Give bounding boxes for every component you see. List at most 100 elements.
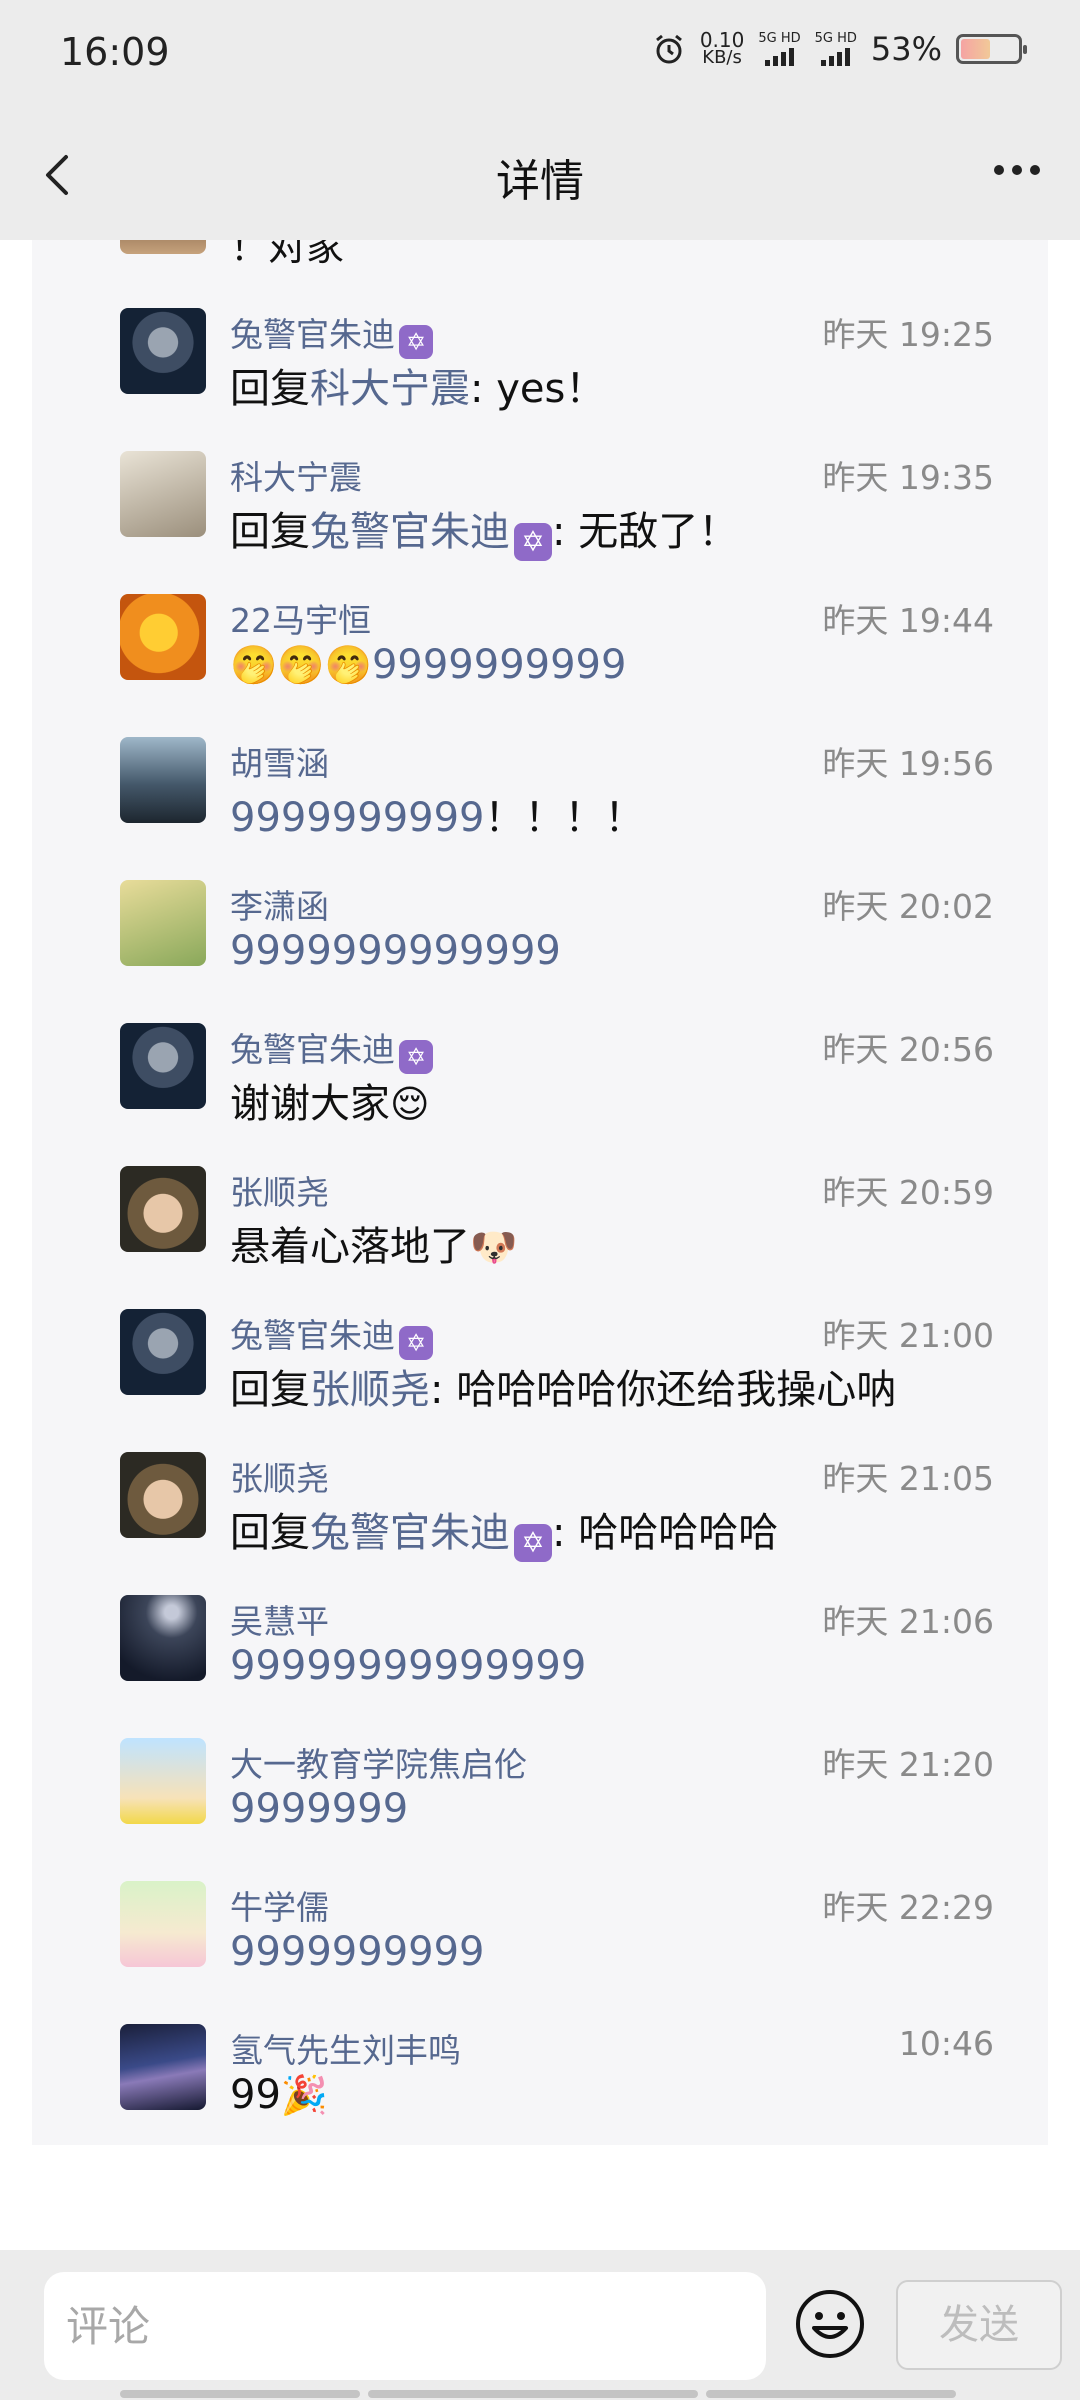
avatar[interactable] <box>120 594 206 680</box>
comment-author[interactable]: 牛学儒 <box>230 1881 329 1929</box>
doge-emoji-icon: 🐶 <box>470 1225 518 1269</box>
comment-author[interactable]: 氢气先生刘丰鸣 <box>230 2024 461 2072</box>
star-of-david-badge-icon: ✡ <box>514 523 552 561</box>
comment-author[interactable]: 兔警官朱迪 ✡ <box>230 1023 433 1074</box>
battery-percent: 53% <box>870 30 942 68</box>
avatar[interactable] <box>120 1881 206 1967</box>
sim2-label: 5G HD <box>814 31 857 46</box>
comment-item[interactable]: 氢气先生刘丰鸣 10:46 99🎉 <box>32 2024 1048 2145</box>
comment-item[interactable]: 大一教育学院焦启伦 昨天 21:20 9999999 <box>32 1738 1048 1881</box>
comment-item[interactable]: 兔警官朱迪 ✡ 昨天 19:25 回复科大宁震: yes！ <box>32 308 1048 451</box>
star-of-david-badge-icon: ✡ <box>399 1326 433 1360</box>
comment-time: 昨天 21:06 <box>822 1602 994 1641</box>
battery-fill <box>961 39 990 59</box>
comment-item[interactable]: 张顺尧 昨天 20:59 悬着心落地了🐶 <box>32 1166 1048 1309</box>
avatar[interactable] <box>120 1452 206 1538</box>
reply-target[interactable]: 科大宁震 <box>310 366 470 412</box>
avatar[interactable] <box>120 1166 206 1252</box>
comment-time: 昨天 21:20 <box>822 1745 994 1784</box>
battery-icon <box>956 34 1027 64</box>
comment-text: 99🎉 <box>230 2072 329 2118</box>
star-of-david-badge-icon: ✡ <box>399 1040 433 1074</box>
comment-text: 回复兔警官朱迪 ✡: 哈哈哈哈哈 <box>230 1500 778 1562</box>
comment-time: 昨天 20:02 <box>822 887 994 926</box>
comment-text: 悬着心落地了🐶 <box>230 1224 518 1270</box>
nav-bar: 详情 <box>0 115 1080 240</box>
signal-sim2: 5G HD <box>815 32 857 66</box>
comment-author[interactable]: 科大宁震 <box>230 451 362 499</box>
comment-text: 谢谢大家😌 <box>230 1081 430 1127</box>
avatar[interactable] <box>120 880 206 966</box>
comment-item[interactable]: 牛学儒 昨天 22:29 9999999999 <box>32 1881 1048 2024</box>
page-title: 详情 <box>496 156 584 207</box>
comment-input[interactable] <box>44 2272 766 2380</box>
sim1-label: 5G HD <box>758 31 801 46</box>
comment-item[interactable]: 兔警官朱迪 ✡ 昨天 20:56 谢谢大家😌 <box>32 1023 1048 1166</box>
comment-text: 回复张顺尧: 哈哈哈哈你还给我操心呐 <box>230 1367 897 1413</box>
reply-target[interactable]: 张顺尧 <box>310 1367 430 1413</box>
avatar[interactable] <box>120 1595 206 1681</box>
comment-item[interactable]: 科大宁震 昨天 19:35 回复兔警官朱迪 ✡: 无敌了！ <box>32 451 1048 594</box>
partial-comment: ！对家 <box>120 240 1048 269</box>
net-speed-unit: KB/s <box>702 47 742 68</box>
comment-item[interactable]: 兔警官朱迪 ✡ 昨天 21:00 回复张顺尧: 哈哈哈哈你还给我操心呐 <box>32 1309 1048 1452</box>
reply-target[interactable]: 兔警官朱迪 <box>310 1510 510 1556</box>
comment-author[interactable]: 兔警官朱迪 ✡ <box>230 1309 433 1360</box>
signal-bars-icon <box>821 46 851 66</box>
avatar[interactable] <box>120 308 206 394</box>
comment-author[interactable]: 张顺尧 <box>230 1452 329 1500</box>
comment-item[interactable]: 李潇函 昨天 20:02 9999999999999 <box>32 880 1048 1023</box>
star-of-david-badge-icon: ✡ <box>514 1524 552 1562</box>
signal-bars-icon <box>764 46 794 66</box>
smiley-icon[interactable] <box>794 2288 866 2360</box>
comment-time: 昨天 22:29 <box>822 1888 994 1927</box>
net-speed: 0.10 KB/s <box>700 30 745 68</box>
comment-author[interactable]: 吴慧平 <box>230 1595 329 1643</box>
comment-author[interactable]: 李潇函 <box>230 880 329 928</box>
comment-item[interactable]: 22马宇恒 昨天 19:44 🤭🤭🤭9999999999 <box>32 594 1048 737</box>
avatar[interactable] <box>120 451 206 537</box>
comment-text: 回复科大宁震: yes！ <box>230 366 606 412</box>
party-popper-emoji-icon: 🎉 <box>280 2073 329 2117</box>
avatar[interactable] <box>120 1738 206 1824</box>
send-button[interactable]: 发送 <box>896 2280 1062 2370</box>
comment-author[interactable]: 22马宇恒 <box>230 594 371 642</box>
signal-sim1: 5G HD <box>758 31 801 66</box>
comment-text: 9999999 <box>230 1786 409 1832</box>
comment-author[interactable]: 兔警官朱迪 ✡ <box>230 308 433 359</box>
gesture-bar <box>120 2390 960 2398</box>
avatar[interactable] <box>120 737 206 823</box>
comment-text: 9999999999！！！！ <box>230 795 645 841</box>
comment-item[interactable]: 胡雪涵 昨天 19:56 9999999999！！！！ <box>32 737 1048 880</box>
hand-over-mouth-emoji-icon: 🤭🤭🤭 <box>230 643 372 687</box>
comment-author[interactable]: 大一教育学院焦启伦 <box>230 1738 527 1786</box>
avatar[interactable] <box>120 1023 206 1109</box>
comment-text: 9999999999 <box>230 1929 485 1975</box>
comment-time: 昨天 20:56 <box>822 1030 994 1069</box>
comment-time: 昨天 19:44 <box>822 601 994 640</box>
comment-text: 回复兔警官朱迪 ✡: 无敌了！ <box>230 499 738 561</box>
comment-time: 昨天 20:59 <box>822 1173 994 1212</box>
comment-text: 99999999999999 <box>230 1643 587 1689</box>
comment-item[interactable]: 张顺尧 昨天 21:05 回复兔警官朱迪 ✡: 哈哈哈哈哈 <box>32 1452 1048 1595</box>
avatar[interactable] <box>120 1309 206 1395</box>
system-icons: 0.10 KB/s 5G HD 5G HD 53% <box>652 30 1027 68</box>
comment-time: 昨天 19:25 <box>822 315 994 354</box>
comment-text: ！对家 <box>230 240 345 269</box>
reply-target[interactable]: 兔警官朱迪 <box>310 509 510 555</box>
alarm-icon <box>655 34 682 64</box>
comment-time: 昨天 19:56 <box>822 744 994 783</box>
relieved-face-emoji-icon: 😌 <box>390 1082 430 1126</box>
comment-item[interactable]: 吴慧平 昨天 21:06 99999999999999 <box>32 1595 1048 1738</box>
comment-author[interactable]: 张顺尧 <box>230 1166 329 1214</box>
comment-composer: 发送 <box>0 2250 1080 2400</box>
more-dots-icon[interactable] <box>994 165 1040 175</box>
comment-time: 10:46 <box>898 2024 994 2063</box>
avatar[interactable] <box>120 2024 206 2110</box>
comment-time: 昨天 19:35 <box>822 458 994 497</box>
star-of-david-badge-icon: ✡ <box>399 325 433 359</box>
comment-feed[interactable]: ！对家 兔警官朱迪 ✡ 昨天 19:25 回复科大宁震: yes！ 科大宁震 昨天… <box>32 240 1048 2145</box>
comment-time: 昨天 21:05 <box>822 1459 994 1498</box>
avatar <box>120 240 206 254</box>
comment-author[interactable]: 胡雪涵 <box>230 737 329 785</box>
